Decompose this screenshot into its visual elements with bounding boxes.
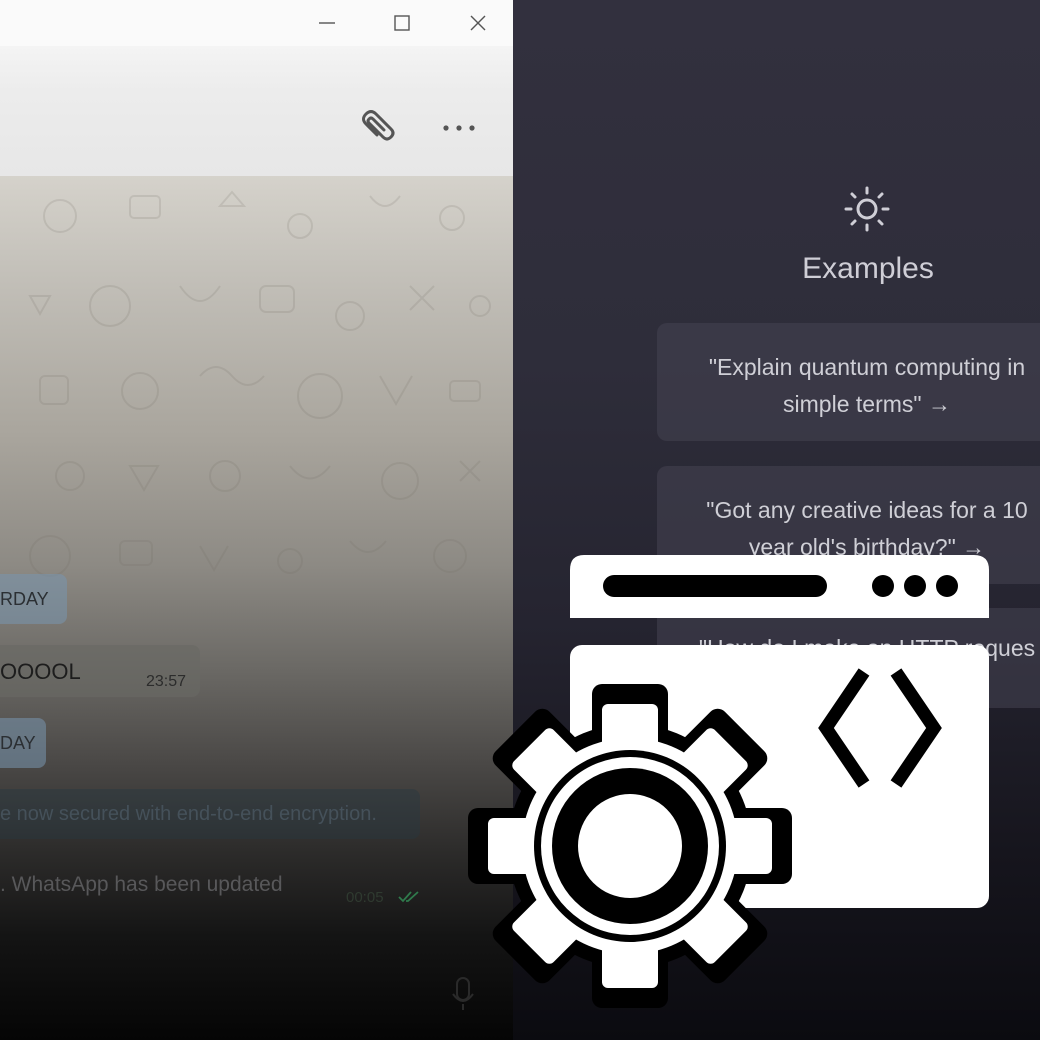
outgoing-message-text: . WhatsApp has been updated: [0, 873, 283, 896]
sun-icon: [844, 186, 890, 232]
doodle-wallpaper: [28, 190, 491, 577]
date-separator: DAY: [0, 718, 46, 768]
minimize-button[interactable]: [292, 0, 362, 46]
encryption-notice-text: e now secured with end-to-end encryption…: [0, 802, 377, 825]
date-separator-label: DAY: [0, 732, 36, 753]
double-check-icon: [398, 891, 419, 903]
attach-button[interactable]: [354, 106, 402, 150]
examples-title: Examples: [802, 252, 934, 285]
example-card-line: "Got any creative ideas for a 10: [706, 497, 1028, 523]
paperclip-icon: [362, 110, 395, 141]
more-options-button[interactable]: [436, 106, 482, 150]
close-button[interactable]: [443, 0, 513, 46]
example-card-line: simple terms" →: [783, 391, 951, 417]
incoming-message-time: 23:57: [146, 673, 187, 690]
gear-icon: [468, 684, 792, 1008]
maximize-icon: [394, 15, 410, 31]
date-separator-label: RDAY: [0, 588, 49, 609]
date-separator: RDAY: [0, 574, 67, 624]
mic-button[interactable]: [448, 974, 478, 1014]
encryption-notice[interactable]: e now secured with end-to-end encryption…: [0, 789, 420, 839]
maximize-button[interactable]: [367, 0, 437, 46]
chat-header: [0, 46, 513, 177]
example-card[interactable]: "Explain quantum computing in simple ter…: [657, 323, 1040, 441]
example-card-line: "Explain quantum computing in: [708, 354, 1026, 380]
window-titlebar: [0, 0, 513, 46]
outgoing-message-time: 00:05: [346, 889, 384, 906]
more-options-icon: [443, 125, 475, 131]
minimize-icon: [319, 22, 335, 24]
close-icon: [470, 15, 486, 31]
chat-window: RDAY OOOOL 23:57 DAY e now secured with …: [0, 0, 513, 1040]
incoming-message-text: OOOOL: [0, 659, 81, 684]
microphone-icon: [452, 977, 474, 1010]
